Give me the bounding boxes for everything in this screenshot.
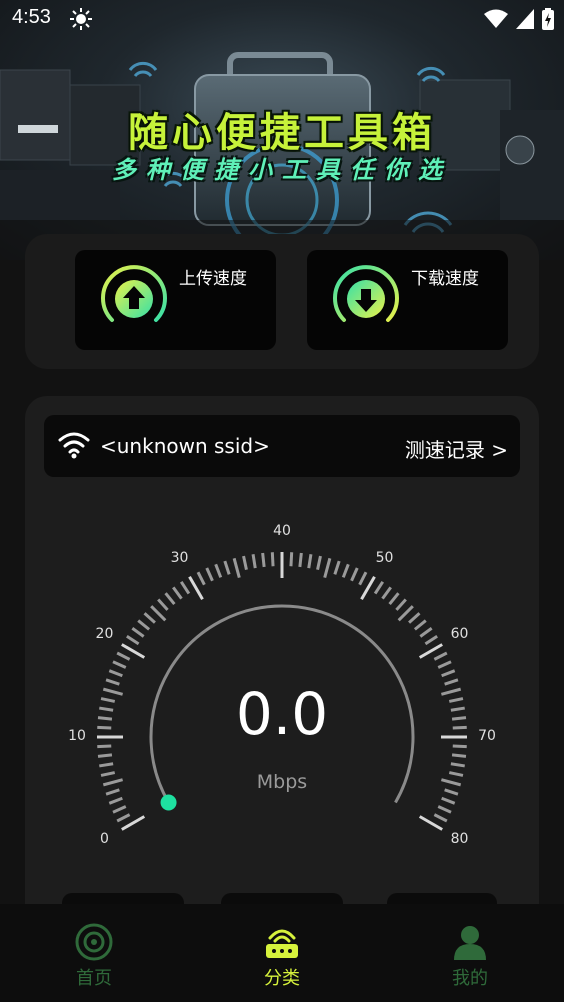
gauge-minor-tick (307, 554, 313, 569)
nav-label-profile: 我的 (452, 968, 488, 989)
gauge-minor-tick (441, 669, 456, 678)
nav-item-category[interactable]: 分类 (232, 922, 332, 990)
target-icon (75, 923, 113, 961)
gauge-tick-label: 60 (450, 625, 469, 642)
gauge-minor-tick (298, 552, 303, 568)
gauge-minor-tick (137, 619, 151, 631)
gauge-minor-tick (419, 627, 433, 638)
gauge-minor-tick (437, 660, 452, 669)
gauge-tick-label: 0 (99, 830, 109, 847)
gauge-minor-tick (179, 581, 191, 595)
gauge-minor-tick (270, 552, 275, 567)
person-icon (454, 926, 486, 960)
gauge-minor-tick (116, 651, 131, 661)
gauge-tick-label: 40 (273, 523, 291, 539)
nav-item-home[interactable]: 首页 (44, 922, 144, 990)
nav-item-profile[interactable]: 我的 (420, 922, 520, 990)
gauge-minor-tick (97, 753, 113, 758)
gauge-minor-tick (450, 762, 465, 768)
gauge-minor-tick (358, 571, 368, 586)
gauge-minor-tick (316, 555, 322, 571)
gauge-minor-tick (164, 592, 176, 606)
gauge-minor-tick (323, 557, 332, 579)
gauge-tick-label: 20 (95, 625, 114, 642)
gauge-minor-tick (112, 805, 127, 814)
gauge-minor-tick (388, 592, 400, 606)
status-time: 4:53 (12, 6, 51, 28)
speed-value: 0.0 (235, 680, 329, 748)
bottom-nav: 首页 分类 我的 (0, 904, 564, 1002)
gauge-minor-tick (433, 813, 448, 823)
router-icon (266, 929, 298, 958)
gauge-minor-tick (232, 557, 241, 579)
gauge-minor-tick (395, 598, 407, 611)
gauge-minor-tick (214, 563, 223, 578)
gauge-tick-label: 30 (170, 550, 189, 567)
battery-charging-icon (542, 8, 554, 30)
wifi-icon (484, 9, 508, 28)
gauge-minor-tick (451, 753, 467, 758)
gauge-minor-tick (350, 567, 359, 582)
sun-icon (70, 8, 92, 30)
gauge-minor-tick (261, 552, 266, 568)
gauge-minor-tick (441, 796, 456, 805)
gauge-minor-tick (223, 560, 231, 575)
gauge-minor-tick (143, 612, 156, 624)
speed-unit: Mbps (256, 771, 308, 793)
nav-label-category: 分类 (264, 968, 300, 989)
gauge-minor-tick (108, 669, 123, 678)
gauge-minor-tick (413, 619, 427, 631)
gauge-minor-tick (112, 660, 127, 669)
gauge-minor-tick (408, 612, 421, 624)
gauge-minor-tick (251, 554, 257, 569)
gauge-minor-tick (373, 581, 385, 595)
gauge-tick-label: 50 (375, 550, 394, 567)
signal-icon (516, 9, 534, 29)
speed-gauge (97, 552, 467, 831)
gauge-minor-tick (196, 571, 206, 586)
gauge-minor-tick (433, 651, 448, 661)
gauge-minor-tick (333, 560, 341, 575)
gauge-minor-tick (131, 627, 145, 638)
gauge-minor-tick (424, 634, 438, 646)
gauge-needle-dot (160, 794, 177, 811)
gauge-minor-tick (242, 555, 248, 571)
gauge-minor-tick (116, 813, 131, 823)
gauge-minor-tick (341, 563, 350, 578)
gauge-minor-tick (99, 762, 114, 768)
status-bar: 4:53 (0, 0, 564, 38)
gauge-minor-tick (157, 598, 169, 611)
gauge-minor-tick (205, 567, 214, 582)
gauge-minor-tick (126, 634, 140, 646)
gauge-minor-tick (108, 796, 123, 805)
gauge-minor-tick (437, 805, 452, 814)
gauge-minor-tick (397, 605, 414, 622)
gauge-minor-tick (289, 552, 294, 567)
gauge-minor-tick (381, 586, 392, 600)
gauge-minor-tick (150, 605, 167, 622)
nav-label-home: 首页 (76, 968, 112, 989)
gauge-tick-label: 80 (450, 830, 469, 847)
gauge-minor-tick (172, 586, 183, 600)
